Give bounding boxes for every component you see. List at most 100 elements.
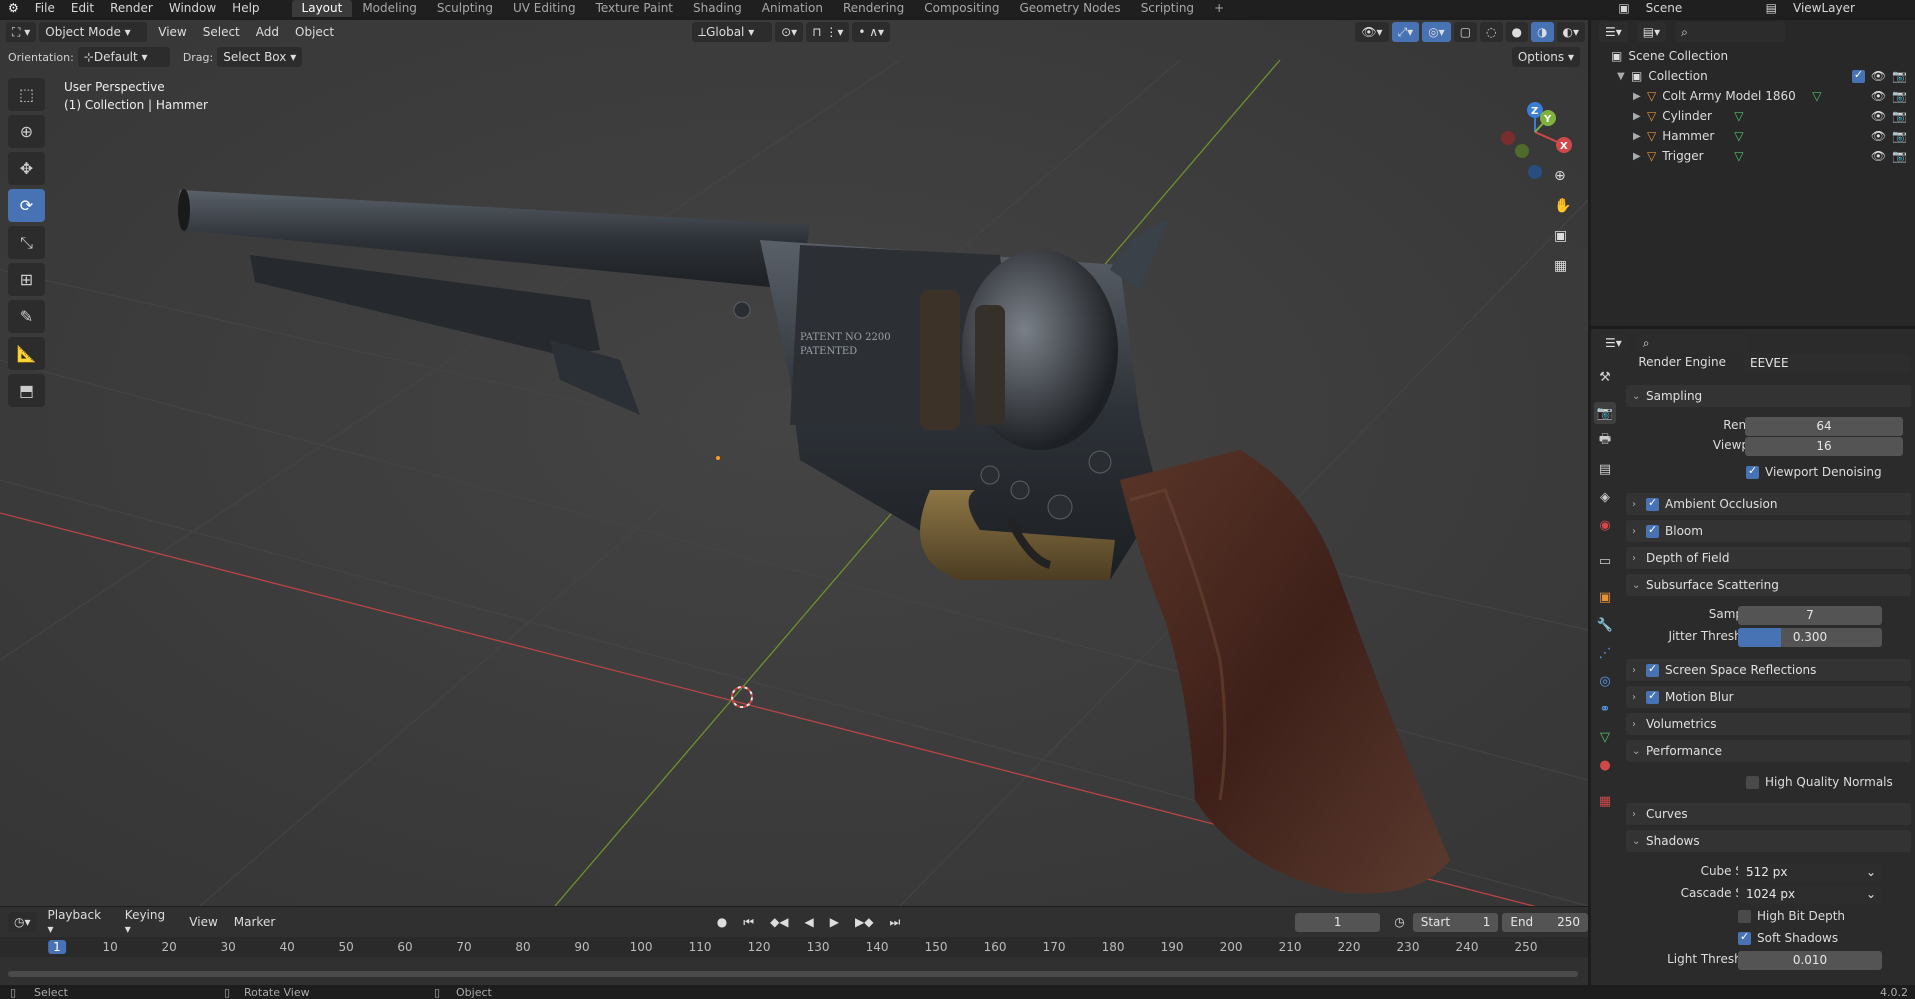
menu-window[interactable]: Window xyxy=(161,0,224,17)
expand-chevron-icon[interactable]: ▶ xyxy=(1633,131,1647,142)
checkbox[interactable] xyxy=(1646,689,1659,704)
menu-playback[interactable]: Playback ▾ xyxy=(40,908,117,936)
material-tab-icon[interactable]: ● xyxy=(1594,754,1616,776)
panel-curves[interactable]: › Curves xyxy=(1626,803,1911,825)
eye-icon[interactable]: 👁 xyxy=(1871,89,1886,103)
xray-icon[interactable]: ▢ xyxy=(1453,22,1478,42)
tab-modeling[interactable]: Modeling xyxy=(352,0,427,17)
overlay-toggle-icon[interactable]: ◎▾ xyxy=(1422,22,1451,42)
jump-start-icon[interactable]: ⏮ xyxy=(735,915,762,930)
panel-sampling[interactable]: ⌄ Sampling xyxy=(1626,385,1911,407)
tab-texture-paint[interactable]: Texture Paint xyxy=(586,0,683,17)
outliner-search[interactable]: ⌕ xyxy=(1675,22,1786,42)
camera-render-icon[interactable]: 📷 xyxy=(1892,129,1907,143)
sss-samples-field[interactable]: 7 xyxy=(1738,606,1882,625)
menu-keying[interactable]: Keying ▾ xyxy=(117,908,182,936)
transform-tool-icon[interactable]: ⊞ xyxy=(8,263,45,296)
collection-checkbox[interactable] xyxy=(1851,68,1865,83)
move-tool-icon[interactable]: ✥ xyxy=(8,152,45,185)
panel-ambient-occlusion[interactable]: › Ambient Occlusion xyxy=(1626,493,1911,515)
eye-icon[interactable]: 👁 xyxy=(1871,129,1886,143)
orientation-select[interactable]: ⊹ Default ▾ xyxy=(77,47,170,67)
tab-scripting[interactable]: Scripting xyxy=(1131,0,1204,17)
outliner-item[interactable]: ▶ ▽ Colt Army Model 1860 ▽ 👁 📷 xyxy=(1633,86,1907,106)
camera-render-icon[interactable]: 📷 xyxy=(1892,69,1907,83)
expand-chevron-icon[interactable]: ▶ xyxy=(1633,151,1647,162)
checkbox[interactable] xyxy=(1738,909,1751,923)
next-key-icon[interactable]: ▶◆ xyxy=(847,915,881,929)
outliner-item[interactable]: ▶ ▽ Cylinder ▽ 👁 📷 xyxy=(1633,106,1907,126)
panel-bloom[interactable]: › Bloom xyxy=(1626,520,1911,542)
collapse-chevron-icon[interactable]: ▼ xyxy=(1617,71,1631,82)
timeline-scrollbar[interactable] xyxy=(8,971,1578,977)
panel-motion-blur[interactable]: › Motion Blur xyxy=(1626,686,1911,708)
view-layer-name[interactable]: ViewLayer xyxy=(1785,0,1915,17)
play-reverse-icon[interactable]: ◀ xyxy=(797,915,822,929)
camera-render-icon[interactable]: 📷 xyxy=(1892,109,1907,123)
collection-row[interactable]: ▼▣ Collection 👁 📷 xyxy=(1617,66,1907,86)
camera-render-icon[interactable]: 📷 xyxy=(1892,149,1907,163)
camera-render-icon[interactable]: 📷 xyxy=(1892,89,1907,103)
soft-shadows-checkbox[interactable]: Soft Shadows xyxy=(1738,928,1838,948)
menu-timeline-view[interactable]: View xyxy=(181,915,225,929)
data-tab-icon[interactable]: ▽ xyxy=(1594,726,1616,748)
display-mode-icon[interactable]: ▤▾ xyxy=(1636,22,1667,42)
tab-shading[interactable]: Shading xyxy=(683,0,752,17)
camera-view-icon[interactable]: ▣ xyxy=(1554,228,1567,244)
cursor-tool-icon[interactable]: ⊕ xyxy=(8,115,45,148)
scene-tab-icon[interactable]: ◈ xyxy=(1594,486,1616,508)
rotate-tool-icon[interactable]: ⟳ xyxy=(8,189,45,222)
options-button[interactable]: Options ▾ xyxy=(1511,47,1580,67)
expand-chevron-icon[interactable]: ▶ xyxy=(1633,91,1647,102)
tab-rendering[interactable]: Rendering xyxy=(833,0,914,17)
tab-layout[interactable]: Layout xyxy=(291,0,353,17)
outliner-item[interactable]: ▶ ▽ Hammer ▽ 👁 📷 xyxy=(1633,126,1907,146)
menu-select[interactable]: Select xyxy=(195,25,248,39)
high-bit-depth-checkbox[interactable]: High Bit Depth xyxy=(1738,906,1845,926)
world-tab-icon[interactable]: ◉ xyxy=(1594,514,1616,536)
menu-render[interactable]: Render xyxy=(102,0,161,17)
tab-sculpting[interactable]: Sculpting xyxy=(427,0,503,17)
preview-range-icon[interactable]: ◷ xyxy=(1386,915,1412,929)
drag-select[interactable]: Select Box ▾ xyxy=(217,47,303,67)
panel-volumetrics[interactable]: › Volumetrics xyxy=(1626,713,1911,735)
constraints-tab-icon[interactable]: ⚭ xyxy=(1594,698,1616,720)
add-cube-tool-icon[interactable]: ⬒ xyxy=(8,374,45,407)
panel-ssr[interactable]: › Screen Space Reflections xyxy=(1626,659,1911,681)
cascade-size-select[interactable]: 1024 px ⌄ xyxy=(1738,885,1882,904)
object-tab-icon[interactable]: ▣ xyxy=(1594,586,1616,608)
shading-solid-icon[interactable]: ● xyxy=(1505,22,1529,42)
menu-help[interactable]: Help xyxy=(224,0,267,17)
outliner[interactable]: ☰▾ ▤▾ ⌕ ▣Scene Collection ▼▣Collection👁📷… xyxy=(1591,20,1915,326)
play-icon[interactable]: ▶ xyxy=(822,915,847,929)
texture-tab-icon[interactable]: ▦ xyxy=(1594,790,1616,812)
eye-icon[interactable]: 👁 xyxy=(1871,109,1886,123)
checkbox[interactable] xyxy=(1746,775,1759,789)
tool-tab-icon[interactable]: ⚒ xyxy=(1594,366,1616,388)
modifier-tab-icon[interactable]: 🔧 xyxy=(1594,614,1616,636)
menu-file[interactable]: File xyxy=(27,0,63,17)
properties-search[interactable]: ⌕ xyxy=(1636,333,1747,353)
render-engine-select[interactable]: EEVEE xyxy=(1744,354,1909,373)
menu-add[interactable]: Add xyxy=(248,25,287,39)
menu-view[interactable]: View xyxy=(150,25,194,39)
eye-icon[interactable]: 👁 xyxy=(1871,69,1886,83)
blender-logo-icon[interactable]: ⚙ xyxy=(0,0,27,17)
jitter-threshold-slider[interactable]: 0.300 xyxy=(1738,628,1882,647)
properties-editor-icon[interactable]: ☰▾ xyxy=(1599,333,1628,353)
shading-wireframe-icon[interactable]: ◌ xyxy=(1480,22,1503,42)
menu-object[interactable]: Object xyxy=(287,25,342,39)
timeline[interactable]: ◷▾ Playback ▾ Keying ▾ View Marker ● ⏮ ◆… xyxy=(0,907,1588,987)
scale-tool-icon[interactable]: ⤡ xyxy=(8,226,45,259)
checkbox[interactable] xyxy=(1646,523,1659,538)
panel-subsurface[interactable]: ⌄ Subsurface Scattering xyxy=(1626,574,1911,596)
render-tab-icon[interactable]: 📷 xyxy=(1594,402,1616,424)
tab-uv-editing[interactable]: UV Editing xyxy=(503,0,586,17)
output-tab-icon[interactable]: 🖶 xyxy=(1594,430,1616,452)
checkbox[interactable] xyxy=(1746,464,1759,479)
prev-key-icon[interactable]: ◆◀ xyxy=(762,915,796,929)
editor-type-button[interactable]: ⛶ ▾ xyxy=(6,22,37,42)
pivot-icon[interactable]: ⊙▾ xyxy=(775,22,804,42)
proportional-edit-icon[interactable]: • ∧▾ xyxy=(852,22,891,42)
ortho-grid-icon[interactable]: ▦ xyxy=(1554,258,1567,274)
